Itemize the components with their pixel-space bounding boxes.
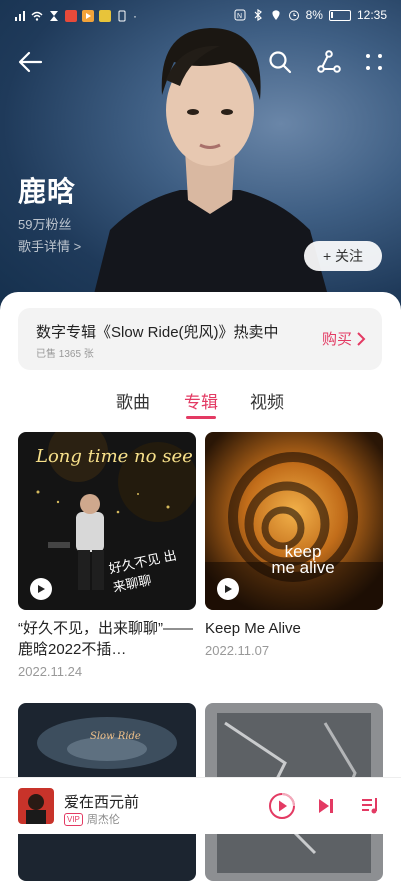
tab-songs[interactable]: 歌曲 <box>116 388 150 413</box>
promo-title: 数字专辑《Slow Ride(兜风)》热卖中 <box>36 324 279 341</box>
album-title: “好久不见，出来聊聊”——鹿晗2022不插… <box>18 620 193 658</box>
signal-icon <box>14 10 26 22</box>
app-icon <box>65 10 77 22</box>
tab-bar: 歌曲 专辑 视频 <box>0 388 401 428</box>
album-title: Keep Me Alive <box>205 620 301 637</box>
clock: 12:35 <box>356 8 387 22</box>
svg-text:N: N <box>237 13 242 20</box>
album-cover[interactable]: keep me alive <box>205 432 383 610</box>
album-promo-banner[interactable]: 数字专辑《Slow Ride(兜风)》热卖中 已售 1365 张 购买 <box>18 308 382 370</box>
tab-albums[interactable]: 专辑 <box>184 388 218 413</box>
battery-icon <box>328 9 351 21</box>
wifi-icon <box>31 10 43 22</box>
now-playing-artist: 周杰伦 <box>86 814 120 826</box>
back-button[interactable] <box>12 44 48 80</box>
search-button[interactable] <box>262 44 298 80</box>
chevron-right-icon <box>357 331 366 346</box>
buy-label: 购买 <box>321 331 352 348</box>
follow-button[interactable]: + 关注 <box>304 241 382 271</box>
now-playing-cover[interactable] <box>18 788 54 824</box>
album-cover[interactable]: Long time no see 好久不见 出来聊聊 <box>18 432 196 610</box>
bluetooth-icon <box>252 8 264 22</box>
now-playing-subtitle: VIP 周杰伦 <box>64 811 120 827</box>
cover-text: keep me alive <box>271 542 335 577</box>
follow-label: + 关注 <box>322 248 364 264</box>
fan-count: 59万粉丝 <box>18 217 72 232</box>
share-icon <box>317 50 341 73</box>
active-tab-indicator <box>186 416 216 419</box>
vip-badge: VIP <box>64 812 83 826</box>
play-icon <box>38 585 45 593</box>
skip-next-icon <box>319 799 333 813</box>
top-nav <box>0 44 401 80</box>
battery-percent: 8% <box>305 8 323 22</box>
content-sheet: 数字专辑《Slow Ride(兜风)》热卖中 已售 1365 张 购买 歌曲 专… <box>0 292 401 881</box>
next-track-button[interactable] <box>312 792 340 820</box>
play-circle-icon <box>269 793 295 819</box>
status-bar: · N 8% 12:35 <box>0 0 401 32</box>
play-pause-button[interactable] <box>268 792 296 820</box>
cover-text: Slow Ride <box>90 731 141 742</box>
nfc-icon: N <box>234 9 246 21</box>
artist-detail-link[interactable]: 歌手详情 > <box>18 236 81 255</box>
album-card[interactable]: Long time no see 好久不见 出来聊聊 “好久不见，出来聊聊”——… <box>18 432 196 679</box>
hourglass-icon <box>48 10 60 22</box>
more-dots-icon <box>366 54 382 70</box>
dot-indicator: · <box>133 9 137 23</box>
album-date: 2022.11.24 <box>18 664 83 679</box>
promo-sold-count: 已售 1365 张 <box>36 349 94 360</box>
search-icon <box>269 51 292 74</box>
app-icon <box>99 10 111 22</box>
tab-videos[interactable]: 视频 <box>250 388 284 413</box>
play-button[interactable] <box>30 578 52 600</box>
album-date: 2022.11.07 <box>205 643 270 658</box>
now-playing-art <box>18 788 54 824</box>
buy-button[interactable]: 购买 <box>322 328 366 349</box>
alarm-icon <box>288 9 300 21</box>
arrow-left-icon <box>18 51 43 73</box>
app-icon <box>82 10 94 22</box>
play-icon <box>225 585 232 593</box>
more-button[interactable] <box>356 44 392 80</box>
mini-player[interactable]: 爱在西元前 VIP 周杰伦 <box>0 777 401 834</box>
playlist-button[interactable] <box>356 792 384 820</box>
location-icon <box>270 9 282 21</box>
phone-icon <box>116 10 128 22</box>
play-button[interactable] <box>217 578 239 600</box>
album-card[interactable]: keep me alive Keep Me Alive 2022.11.07 <box>205 432 383 658</box>
share-button[interactable] <box>311 44 347 80</box>
playlist-icon <box>362 798 377 814</box>
now-playing-title: 爱在西元前 <box>64 794 140 811</box>
cover-text: Long time no see <box>36 446 193 467</box>
artist-name: 鹿晗 <box>18 176 77 207</box>
